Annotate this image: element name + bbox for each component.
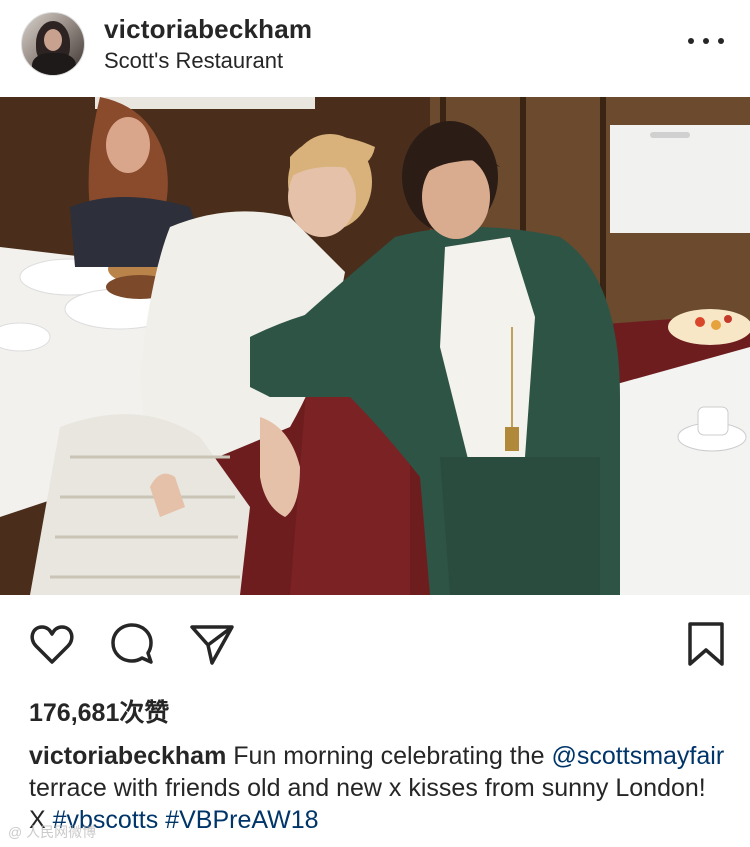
share-icon[interactable] [188,620,236,668]
avatar[interactable] [21,12,85,76]
more-options-icon[interactable] [688,26,724,56]
post-photo[interactable] [0,97,750,595]
location[interactable]: Scott's Restaurant [104,48,283,74]
post-header: victoriabeckham Scott's Restaurant [0,0,750,97]
bookmark-icon[interactable] [682,620,730,668]
watermark: @ 人民网微博 [8,824,97,840]
like-count[interactable]: 176,681次赞 [29,693,169,729]
caption-text-1: Fun morning celebrating the [226,742,552,770]
username[interactable]: victoriabeckham [104,14,312,45]
caption-hashtag-2[interactable]: #VBPreAW18 [165,806,318,834]
action-bar [0,596,750,686]
comment-icon[interactable] [108,620,156,668]
caption-mention[interactable]: @scottsmayfair [552,742,725,770]
photo-illustration [0,97,750,595]
heart-icon[interactable] [28,620,76,668]
avatar-body [32,53,76,75]
caption-username[interactable]: victoriabeckham [29,742,226,770]
avatar-face [44,29,62,51]
caption: victoriabeckham Fun morning celebrating … [29,740,729,836]
